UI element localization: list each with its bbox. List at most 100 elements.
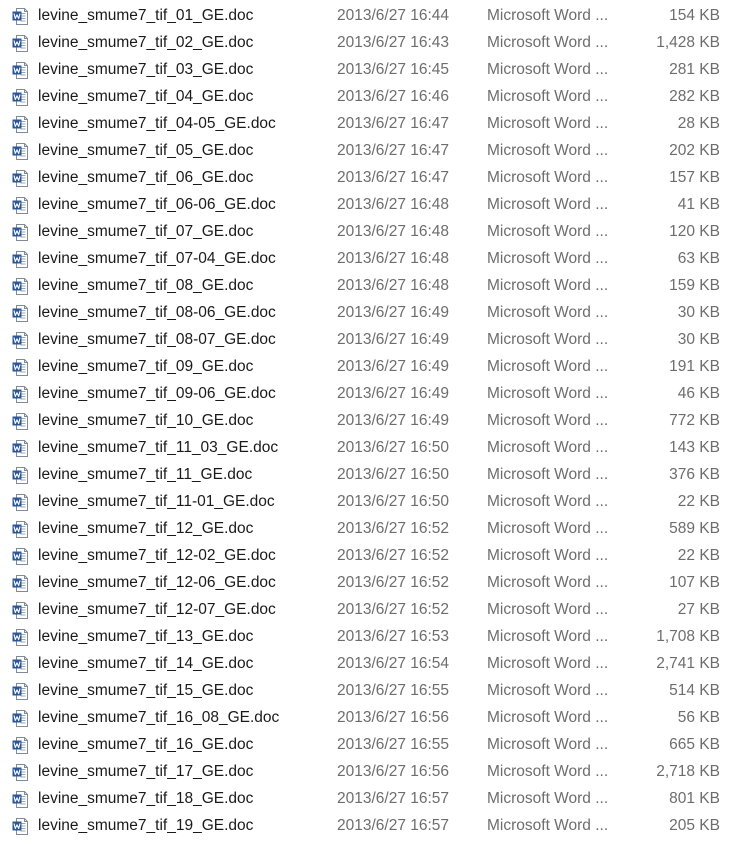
file-size: 120 KB <box>669 223 720 240</box>
file-row[interactable]: levine_smume7_tif_11_03_GE.doc 2013/6/27… <box>0 434 729 461</box>
file-row[interactable]: levine_smume7_tif_07-04_GE.doc 2013/6/27… <box>0 245 729 272</box>
date-modified: 2013/6/27 16:55 <box>337 736 450 753</box>
file-type: Microsoft Word ... <box>487 331 609 348</box>
file-row[interactable]: levine_smume7_tif_12-07_GE.doc 2013/6/27… <box>0 596 729 623</box>
file-row[interactable]: levine_smume7_tif_11_GE.doc 2013/6/27 16… <box>0 461 729 488</box>
file-name: levine_smume7_tif_01_GE.doc <box>38 7 254 24</box>
date-modified: 2013/6/27 16:50 <box>337 466 450 483</box>
file-type: Microsoft Word ... <box>487 682 609 699</box>
file-size: 159 KB <box>669 277 720 294</box>
file-type: Microsoft Word ... <box>487 628 609 645</box>
file-row[interactable]: levine_smume7_tif_08-06_GE.doc 2013/6/27… <box>0 299 729 326</box>
file-name: levine_smume7_tif_18_GE.doc <box>38 790 254 807</box>
file-name: levine_smume7_tif_16_GE.doc <box>38 736 254 753</box>
file-row[interactable]: levine_smume7_tif_06_GE.doc 2013/6/27 16… <box>0 164 729 191</box>
word-document-icon <box>12 439 28 457</box>
file-size: 281 KB <box>669 61 720 78</box>
file-row[interactable]: levine_smume7_tif_13_GE.doc 2013/6/27 16… <box>0 623 729 650</box>
file-row[interactable]: levine_smume7_tif_03_GE.doc 2013/6/27 16… <box>0 56 729 83</box>
file-size: 27 KB <box>677 601 720 618</box>
file-name: levine_smume7_tif_14_GE.doc <box>38 655 254 672</box>
date-modified: 2013/6/27 16:46 <box>337 88 450 105</box>
date-modified: 2013/6/27 16:48 <box>337 250 450 267</box>
word-document-icon <box>12 412 28 430</box>
file-type: Microsoft Word ... <box>487 790 609 807</box>
file-name: levine_smume7_tif_02_GE.doc <box>38 34 254 51</box>
file-name: levine_smume7_tif_11_GE.doc <box>38 466 253 483</box>
file-name: levine_smume7_tif_06_GE.doc <box>38 169 254 186</box>
file-size: 202 KB <box>669 142 720 159</box>
file-row[interactable]: levine_smume7_tif_06-06_GE.doc 2013/6/27… <box>0 191 729 218</box>
word-document-icon <box>12 709 28 727</box>
file-row[interactable]: levine_smume7_tif_01_GE.doc 2013/6/27 16… <box>0 2 729 29</box>
file-type: Microsoft Word ... <box>487 655 609 672</box>
file-row[interactable]: levine_smume7_tif_09_GE.doc 2013/6/27 16… <box>0 353 729 380</box>
file-type: Microsoft Word ... <box>487 250 609 267</box>
file-type: Microsoft Word ... <box>487 736 609 753</box>
file-row[interactable]: levine_smume7_tif_19_GE.doc 2013/6/27 16… <box>0 812 729 839</box>
file-type: Microsoft Word ... <box>487 142 609 159</box>
file-name: levine_smume7_tif_06-06_GE.doc <box>38 196 276 213</box>
date-modified: 2013/6/27 16:49 <box>337 358 450 375</box>
word-document-icon <box>12 493 28 511</box>
file-row[interactable]: levine_smume7_tif_08_GE.doc 2013/6/27 16… <box>0 272 729 299</box>
file-row[interactable]: levine_smume7_tif_10_GE.doc 2013/6/27 16… <box>0 407 729 434</box>
file-name: levine_smume7_tif_12-02_GE.doc <box>38 547 276 564</box>
file-size: 63 KB <box>677 250 720 267</box>
file-type: Microsoft Word ... <box>487 223 609 240</box>
file-size: 22 KB <box>677 493 720 510</box>
file-type: Microsoft Word ... <box>487 493 609 510</box>
file-row[interactable]: levine_smume7_tif_04-05_GE.doc 2013/6/27… <box>0 110 729 137</box>
word-document-icon <box>12 790 28 808</box>
file-row[interactable]: levine_smume7_tif_12-02_GE.doc 2013/6/27… <box>0 542 729 569</box>
date-modified: 2013/6/27 16:57 <box>337 817 450 834</box>
file-row[interactable]: levine_smume7_tif_02_GE.doc 2013/6/27 16… <box>0 29 729 56</box>
date-modified: 2013/6/27 16:47 <box>337 169 450 186</box>
date-modified: 2013/6/27 16:45 <box>337 61 450 78</box>
file-size: 191 KB <box>669 358 720 375</box>
file-type: Microsoft Word ... <box>487 304 609 321</box>
file-size: 514 KB <box>669 682 720 699</box>
file-name: levine_smume7_tif_12-06_GE.doc <box>38 574 276 591</box>
file-row[interactable]: levine_smume7_tif_12-06_GE.doc 2013/6/27… <box>0 569 729 596</box>
word-document-icon <box>12 466 28 484</box>
file-row[interactable]: levine_smume7_tif_11-01_GE.doc 2013/6/27… <box>0 488 729 515</box>
file-name: levine_smume7_tif_08-07_GE.doc <box>38 331 276 348</box>
file-row[interactable]: levine_smume7_tif_09-06_GE.doc 2013/6/27… <box>0 380 729 407</box>
file-name: levine_smume7_tif_15_GE.doc <box>38 682 254 699</box>
file-name: levine_smume7_tif_10_GE.doc <box>38 412 254 429</box>
file-name: levine_smume7_tif_04-05_GE.doc <box>38 115 276 132</box>
file-row[interactable]: levine_smume7_tif_15_GE.doc 2013/6/27 16… <box>0 677 729 704</box>
word-document-icon <box>12 547 28 565</box>
file-name: levine_smume7_tif_12_GE.doc <box>38 520 254 537</box>
file-type: Microsoft Word ... <box>487 466 609 483</box>
file-row[interactable]: levine_smume7_tif_18_GE.doc 2013/6/27 16… <box>0 785 729 812</box>
file-row[interactable]: levine_smume7_tif_16_GE.doc 2013/6/27 16… <box>0 731 729 758</box>
file-row[interactable]: levine_smume7_tif_17_GE.doc 2013/6/27 16… <box>0 758 729 785</box>
file-row[interactable]: levine_smume7_tif_08-07_GE.doc 2013/6/27… <box>0 326 729 353</box>
file-size: 28 KB <box>677 115 720 132</box>
word-document-icon <box>12 34 28 52</box>
file-row[interactable]: levine_smume7_tif_05_GE.doc 2013/6/27 16… <box>0 137 729 164</box>
file-list: levine_smume7_tif_01_GE.doc 2013/6/27 16… <box>0 0 729 839</box>
file-name: levine_smume7_tif_07_GE.doc <box>38 223 254 240</box>
word-document-icon <box>12 277 28 295</box>
file-type: Microsoft Word ... <box>487 169 609 186</box>
file-size: 1,428 KB <box>656 34 720 51</box>
date-modified: 2013/6/27 16:52 <box>337 601 450 618</box>
file-type: Microsoft Word ... <box>487 709 609 726</box>
file-row[interactable]: levine_smume7_tif_07_GE.doc 2013/6/27 16… <box>0 218 729 245</box>
file-row[interactable]: levine_smume7_tif_16_08_GE.doc 2013/6/27… <box>0 704 729 731</box>
file-name: levine_smume7_tif_04_GE.doc <box>38 88 254 105</box>
file-size: 56 KB <box>677 709 720 726</box>
date-modified: 2013/6/27 16:54 <box>337 655 450 672</box>
file-size: 376 KB <box>669 466 720 483</box>
word-document-icon <box>12 169 28 187</box>
date-modified: 2013/6/27 16:52 <box>337 574 450 591</box>
file-row[interactable]: levine_smume7_tif_14_GE.doc 2013/6/27 16… <box>0 650 729 677</box>
file-name: levine_smume7_tif_03_GE.doc <box>38 61 254 78</box>
file-row[interactable]: levine_smume7_tif_04_GE.doc 2013/6/27 16… <box>0 83 729 110</box>
file-row[interactable]: levine_smume7_tif_12_GE.doc 2013/6/27 16… <box>0 515 729 542</box>
date-modified: 2013/6/27 16:50 <box>337 439 450 456</box>
file-size: 589 KB <box>669 520 720 537</box>
